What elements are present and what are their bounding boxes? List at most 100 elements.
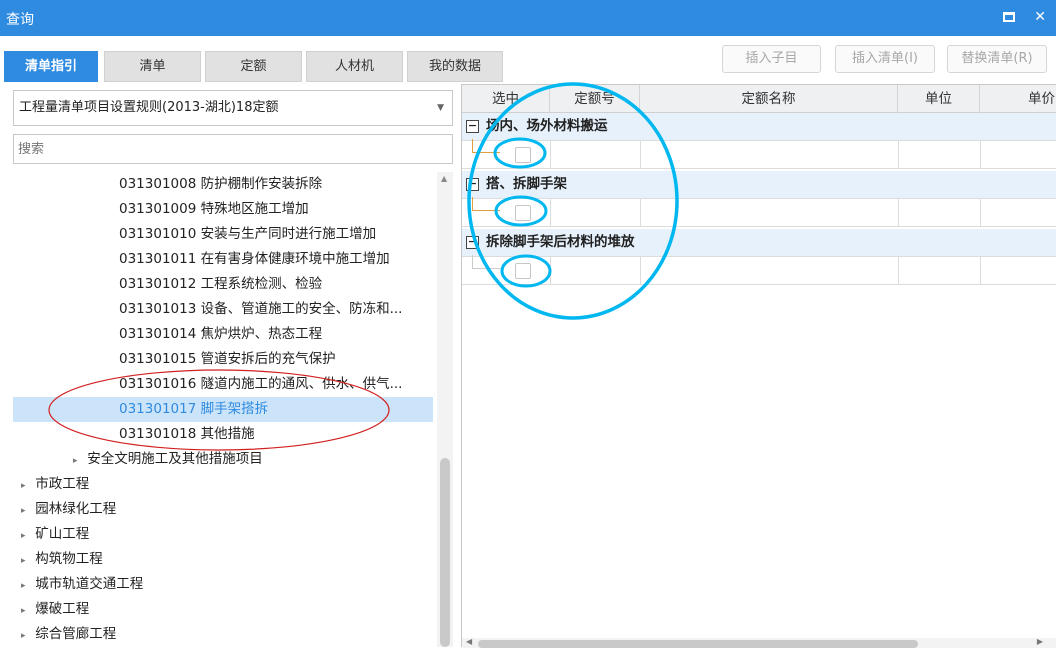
- cell-divider: [980, 199, 981, 227]
- tree-node[interactable]: 031301014 焦炉烘炉、热态工程: [13, 322, 433, 347]
- cell-divider: [898, 199, 899, 227]
- tree-scrollbar[interactable]: ▲: [437, 172, 453, 647]
- tree-node-label: 031301008 防护棚制作安装拆除: [119, 176, 323, 192]
- tree-node-label: 园林绿化工程: [35, 501, 117, 517]
- row-checkbox[interactable]: [515, 205, 531, 221]
- row-checkbox[interactable]: [515, 147, 531, 163]
- expand-caret-icon[interactable]: ▸: [21, 474, 31, 499]
- group-row[interactable]: − 拆除脚手架后材料的堆放: [462, 229, 1056, 257]
- quota-grid: 选中 定额号 定额名称 单位 单价 − 场内、场外材料搬运 − 搭、拆脚手架 −…: [461, 84, 1056, 648]
- collapse-icon[interactable]: −: [466, 178, 479, 191]
- tree-node[interactable]: 031301010 安装与生产同时进行施工增加: [13, 222, 433, 247]
- tree-node[interactable]: 031301011 在有害身体健康环境中施工增加: [13, 247, 433, 272]
- tree-node-label: 综合管廊工程: [35, 626, 117, 642]
- column-header-code[interactable]: 定额号: [550, 85, 640, 113]
- insert-list-button[interactable]: 插入清单(I): [835, 45, 935, 73]
- tree-node[interactable]: 031301017 脚手架搭拆: [13, 397, 433, 422]
- cell-divider: [640, 257, 641, 285]
- collapse-icon[interactable]: −: [466, 120, 479, 133]
- cell-divider: [640, 141, 641, 169]
- tree-node[interactable]: 031301009 特殊地区施工增加: [13, 197, 433, 222]
- tab-list-guide[interactable]: 清单指引: [4, 51, 98, 82]
- dropdown-arrow-icon[interactable]: ▼: [437, 91, 444, 125]
- tree-node[interactable]: ▸ 城市轨道交通工程: [13, 572, 433, 597]
- standard-select-value: 工程量清单项目设置规则(2013-湖北)18定额: [19, 100, 279, 115]
- category-tree: 031301008 防护棚制作安装拆除 031301009 特殊地区施工增加 031…: [13, 172, 437, 647]
- tree-node-label: 安全文明施工及其他措施项目: [87, 451, 263, 467]
- group-label: 搭、拆脚手架: [486, 176, 567, 192]
- expand-caret-icon[interactable]: ▸: [21, 574, 31, 599]
- tree-node[interactable]: 031301016 隧道内施工的通风、供水、供气...: [13, 372, 433, 397]
- column-header-unit[interactable]: 单位: [898, 85, 980, 113]
- column-header-name[interactable]: 定额名称: [640, 85, 898, 113]
- maximize-icon[interactable]: [989, 9, 1016, 25]
- tree-node-label: 031301009 特殊地区施工增加: [119, 201, 309, 217]
- tree-connector: [472, 139, 500, 153]
- left-panel: 工程量清单项目设置规则(2013-湖北)18定额 ▼ 031301008 防护棚…: [13, 84, 453, 647]
- tree-node[interactable]: ▸ 安全文明施工及其他措施项目: [13, 447, 433, 472]
- column-header-select[interactable]: 选中: [462, 85, 550, 113]
- tab-quota[interactable]: 定额: [205, 51, 302, 82]
- tree-node-label: 031301010 安装与生产同时进行施工增加: [119, 226, 377, 242]
- window-title: 查询: [6, 12, 34, 28]
- table-row: [462, 139, 1056, 169]
- group-label: 场内、场外材料搬运: [486, 118, 608, 134]
- cell-divider: [898, 257, 899, 285]
- tree-node-label: 市政工程: [35, 476, 90, 492]
- scroll-up-icon[interactable]: ▲: [441, 174, 447, 183]
- expand-caret-icon[interactable]: ▸: [21, 624, 31, 647]
- collapse-icon[interactable]: −: [466, 236, 479, 249]
- tab-materials[interactable]: 人材机: [306, 51, 403, 82]
- column-header-price[interactable]: 单价: [980, 85, 1056, 113]
- tree-node-label: 构筑物工程: [35, 551, 103, 567]
- tree-node[interactable]: ▸ 园林绿化工程: [13, 497, 433, 522]
- group-row[interactable]: − 搭、拆脚手架: [462, 171, 1056, 199]
- tree-connector: [472, 255, 500, 269]
- cell-divider: [550, 199, 551, 227]
- tab-my-data[interactable]: 我的数据: [407, 51, 503, 82]
- cell-divider: [550, 141, 551, 169]
- expand-caret-icon[interactable]: ▸: [21, 549, 31, 574]
- scroll-left-icon[interactable]: ◀: [466, 637, 472, 646]
- tree-connector: [472, 197, 500, 211]
- title-bar: 查询 ✕: [0, 0, 1056, 36]
- tree-node[interactable]: ▸ 构筑物工程: [13, 547, 433, 572]
- cell-divider: [898, 141, 899, 169]
- tree-node-label: 城市轨道交通工程: [35, 576, 144, 592]
- tree-node-label: 031301015 管道安拆后的充气保护: [119, 351, 336, 367]
- tree-node[interactable]: ▸ 爆破工程: [13, 597, 433, 622]
- standard-select[interactable]: 工程量清单项目设置规则(2013-湖北)18定额 ▼: [13, 90, 453, 126]
- replace-list-button[interactable]: 替换清单(R): [947, 45, 1047, 73]
- cell-divider: [550, 257, 551, 285]
- tree-node[interactable]: 031301012 工程系统检测、检验: [13, 272, 433, 297]
- table-row: [462, 197, 1056, 227]
- tree-node[interactable]: 031301013 设备、管道施工的安全、防冻和...: [13, 297, 433, 322]
- tree-node-label: 031301018 其他措施: [119, 426, 255, 442]
- expand-caret-icon[interactable]: ▸: [21, 499, 31, 524]
- group-row[interactable]: − 场内、场外材料搬运: [462, 113, 1056, 141]
- expand-caret-icon[interactable]: ▸: [21, 599, 31, 624]
- tree-node[interactable]: 031301008 防护棚制作安装拆除: [13, 172, 433, 197]
- tab-list[interactable]: 清单: [104, 51, 201, 82]
- row-checkbox[interactable]: [515, 263, 531, 279]
- tree-node-label: 031301014 焦炉烘炉、热态工程: [119, 326, 323, 342]
- expand-caret-icon[interactable]: ▸: [21, 524, 31, 549]
- tree-node[interactable]: ▸ 综合管廊工程: [13, 622, 433, 647]
- tree-node-label: 031301012 工程系统检测、检验: [119, 276, 323, 292]
- scrollbar-thumb[interactable]: [440, 458, 450, 647]
- tree-node[interactable]: 031301018 其他措施: [13, 422, 433, 447]
- search-input[interactable]: [13, 134, 453, 164]
- close-icon[interactable]: ✕: [1034, 9, 1046, 25]
- tree-node-label: 矿山工程: [35, 526, 90, 542]
- tree-node-label: 爆破工程: [35, 601, 90, 617]
- tree-node[interactable]: ▸ 矿山工程: [13, 522, 433, 547]
- insert-child-button[interactable]: 插入子目: [722, 45, 821, 73]
- expand-caret-icon[interactable]: ▸: [73, 449, 83, 474]
- group-label: 拆除脚手架后材料的堆放: [486, 234, 635, 250]
- tree-node[interactable]: 031301015 管道安拆后的充气保护: [13, 347, 433, 372]
- tree-node[interactable]: ▸ 市政工程: [13, 472, 433, 497]
- tree-node-label: 031301017 脚手架搭拆: [119, 401, 269, 417]
- cell-divider: [640, 199, 641, 227]
- scroll-right-icon[interactable]: ▶: [1037, 637, 1043, 646]
- tree-node-label: 031301016 隧道内施工的通风、供水、供气...: [119, 376, 403, 392]
